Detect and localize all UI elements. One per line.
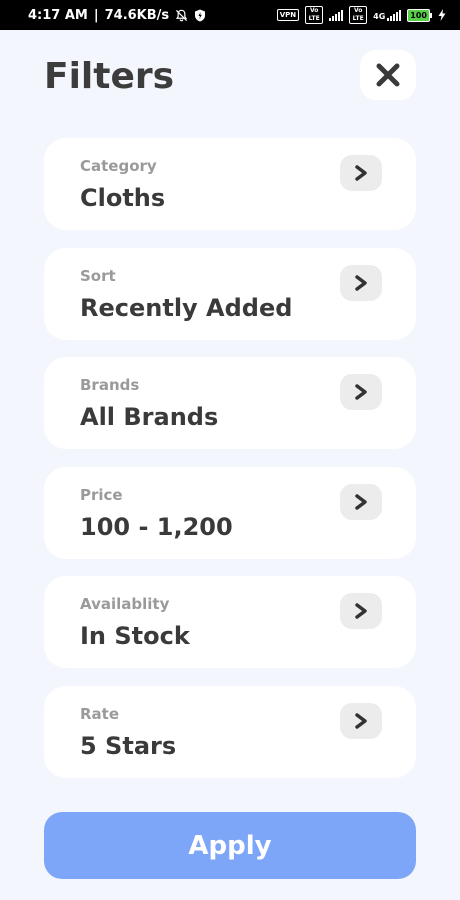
chevron-right-icon: [354, 712, 368, 729]
battery-level: 100: [407, 8, 430, 22]
status-bar: 4:17 AM | 74.6KB/s VPN Vo LTE Vo LTE 4G: [0, 0, 460, 30]
filter-list: Category Cloths Sort Recently Added Bran…: [44, 138, 416, 795]
status-right: VPN Vo LTE Vo LTE 4G 100: [276, 6, 446, 24]
filter-label: Sort: [80, 266, 116, 285]
network-speed: 74.6KB/s: [104, 7, 170, 23]
chevron-right-button[interactable]: [340, 155, 382, 191]
filter-card-rate[interactable]: Rate 5 Stars: [44, 685, 416, 778]
filter-card-brands[interactable]: Brands All Brands: [44, 357, 416, 449]
chevron-right-button[interactable]: [340, 593, 382, 629]
filter-card-category[interactable]: Category Cloths: [44, 138, 416, 230]
filter-label: Availablity: [80, 595, 170, 613]
filter-value: All Brands: [80, 403, 219, 431]
status-left: 4:17 AM | 74.6KB/s: [28, 8, 206, 23]
filter-value: Cloths: [80, 184, 166, 212]
signal-icon-2: [387, 9, 402, 21]
filter-label: Brands: [80, 376, 140, 394]
status-time: 4:17 AM: [28, 7, 88, 23]
network-type: 4G: [373, 12, 386, 21]
apply-button[interactable]: Apply: [44, 812, 416, 879]
filter-value: In Stock: [80, 622, 190, 650]
chevron-right-button[interactable]: [340, 264, 382, 301]
filter-label: Category: [80, 157, 157, 175]
filter-card-availability[interactable]: Availablity In Stock: [44, 576, 416, 668]
filter-label: Price: [80, 485, 123, 504]
vpn-badge: VPN: [276, 9, 300, 21]
page-title: Filters: [44, 56, 175, 97]
charging-icon: [438, 9, 446, 21]
chevron-right-button[interactable]: [340, 483, 382, 520]
filter-label: Rate: [80, 704, 120, 723]
chevron-right-button[interactable]: [340, 702, 382, 739]
status-separator: |: [93, 7, 99, 23]
filter-value: 100 - 1,200: [80, 512, 233, 541]
chevron-right-icon: [354, 603, 368, 619]
close-icon: [376, 63, 400, 87]
chevron-right-icon: [354, 274, 368, 291]
filter-value: 5 Stars: [80, 731, 177, 760]
filter-card-sort[interactable]: Sort Recently Added: [44, 247, 416, 340]
volte-badge-2: Vo LTE: [349, 6, 368, 24]
shield-icon: [194, 9, 206, 22]
close-button[interactable]: [360, 50, 416, 100]
chevron-right-icon: [354, 165, 368, 181]
battery-tip: [430, 12, 432, 18]
chevron-right-icon: [354, 384, 368, 400]
filter-value: Recently Added: [80, 293, 293, 322]
signal-icon-1: [329, 9, 344, 21]
chevron-right-button[interactable]: [340, 374, 382, 410]
battery-icon: 100: [407, 8, 432, 22]
chevron-right-icon: [354, 493, 368, 510]
volte-badge-1: Vo LTE: [305, 6, 324, 24]
filter-card-price[interactable]: Price 100 - 1,200: [44, 466, 416, 559]
bell-off-icon: [175, 9, 188, 22]
